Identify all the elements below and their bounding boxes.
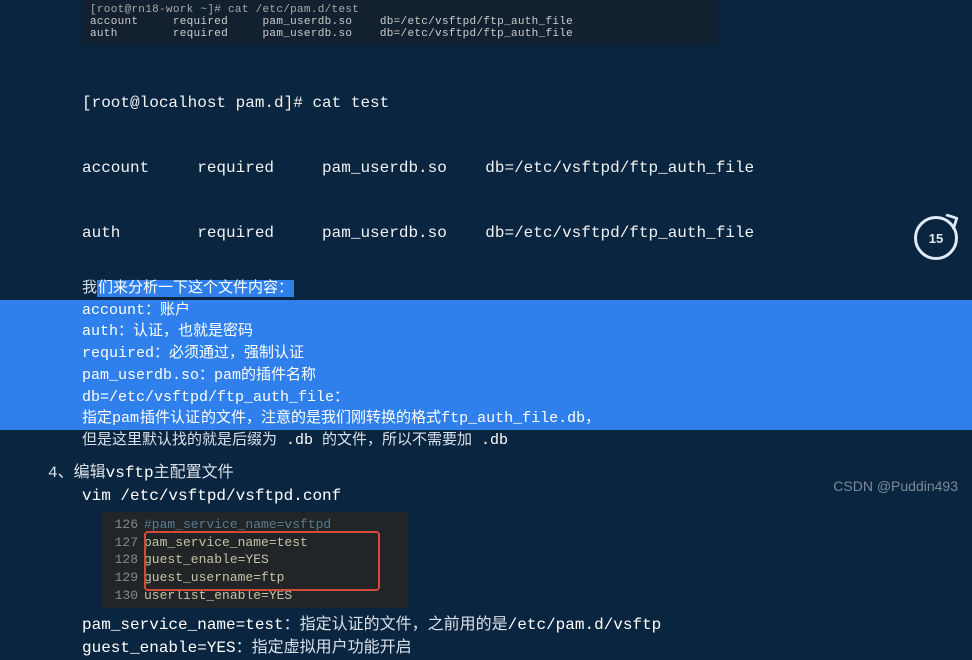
inner-terminal-snapshot: [root@rn18-work ~]# cat /etc/pam.d/test … — [82, 0, 718, 44]
terminal-prompt: [root@localhost pam.d]# cat test — [82, 93, 972, 115]
code-line: 126#pam_service_name=vsftpd — [102, 516, 402, 534]
skip-badge[interactable]: 15 — [914, 216, 958, 260]
analysis-line: auth：认证，也就是密码 — [82, 321, 932, 343]
analysis-line-intro: 我们来分析一下这个文件内容： — [82, 278, 972, 300]
vim-code-box: 126#pam_service_name=vsftpd127pam_servic… — [102, 512, 408, 608]
analysis-text: 我们来分析一下这个文件内容： — [82, 278, 972, 300]
analysis-highlight-block: account：账户 auth：认证，也就是密码 required：必须通过，强… — [0, 300, 972, 431]
footer-line: pam_service_name=test：指定认证的文件，之前用的是/etc/… — [82, 614, 972, 637]
footer-explanations: pam_service_name=test：指定认证的文件，之前用的是/etc/… — [82, 614, 972, 660]
inner-term-row: account required pam_userdb.so db=/etc/v… — [90, 16, 710, 28]
code-line: 127pam_service_name=test — [102, 534, 402, 552]
analysis-line: 但是这里默认找的就是后缀为 .db 的文件，所以不需要加 .db — [82, 430, 972, 452]
code-line: 128guest_enable=YES — [102, 551, 402, 569]
watermark: CSDN @Puddin493 — [833, 478, 958, 494]
code-line: 130userlist_enable=YES — [102, 587, 402, 605]
footer-line: guest_enable=YES：指定虚拟用户功能开启 — [82, 637, 972, 660]
analysis-line: pam_userdb.so：pam的插件名称 — [82, 365, 932, 387]
terminal-output: [root@localhost pam.d]# cat test account… — [82, 50, 972, 266]
inner-term-row: auth required pam_userdb.so db=/etc/vsft… — [90, 28, 710, 40]
terminal-row: account required pam_userdb.so db=/etc/v… — [82, 158, 972, 180]
analysis-line: account：账户 — [82, 300, 932, 322]
code-line: 129guest_username=ftp — [102, 569, 402, 587]
analysis-tail: 但是这里默认找的就是后缀为 .db 的文件，所以不需要加 .db — [82, 430, 972, 452]
inner-term-header: [root@rn18-work ~]# cat /etc/pam.d/test — [90, 4, 710, 16]
analysis-line: required：必须通过，强制认证 — [82, 343, 932, 365]
analysis-line: 指定pam插件认证的文件，注意的是我们刚转换的格式ftp_auth_file.d… — [82, 408, 932, 430]
analysis-line: db=/etc/vsftpd/ftp_auth_file： — [82, 387, 932, 409]
terminal-row: auth required pam_userdb.so db=/etc/vsft… — [82, 223, 972, 245]
